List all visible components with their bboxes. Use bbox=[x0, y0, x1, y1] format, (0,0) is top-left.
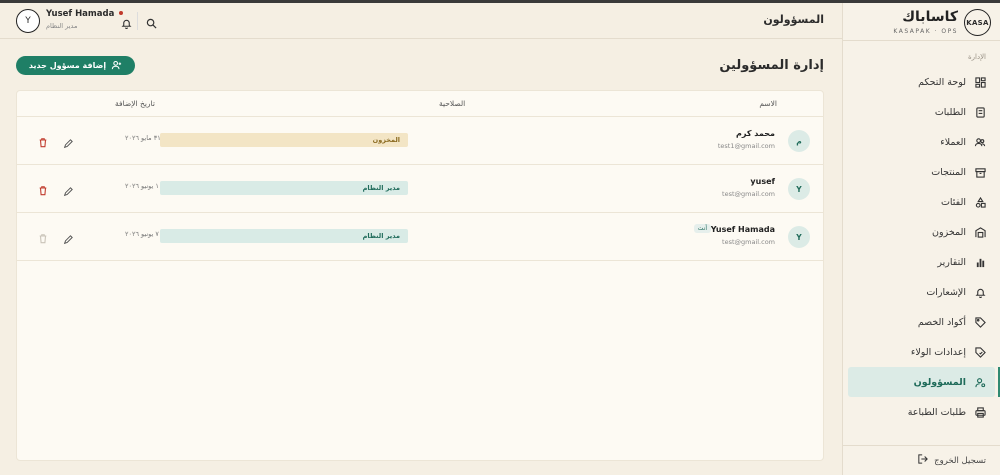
edit-icon[interactable] bbox=[63, 182, 73, 201]
bell-icon bbox=[974, 286, 986, 298]
tag-icon bbox=[974, 316, 986, 328]
sidebar-item-categories[interactable]: الفئات bbox=[842, 187, 1000, 217]
sidebar-item-label: المنتجات bbox=[931, 166, 966, 178]
sidebar-item-label: الطلبات bbox=[934, 106, 966, 118]
user-role: مدير النظام bbox=[46, 22, 78, 30]
admins-icon bbox=[974, 376, 986, 388]
add-admin-label: إضافة مسؤول جديد bbox=[28, 61, 107, 70]
logout-label: تسجيل الخروج bbox=[934, 455, 986, 466]
add-admin-button[interactable]: إضافة مسؤول جديد bbox=[16, 56, 135, 75]
admin-name: yusef bbox=[750, 177, 775, 186]
avatar: Y bbox=[788, 226, 810, 248]
sidebar-item-inventory[interactable]: المخزون bbox=[842, 217, 1000, 247]
sidebar-item-discount-codes[interactable]: أكواد الخصم bbox=[842, 307, 1000, 337]
sidebar-item-label: الفئات bbox=[940, 196, 966, 208]
top-header: المسؤولون Y Yusef Hamada مدير النظام bbox=[0, 3, 842, 39]
role-badge-label: مدير النظام bbox=[362, 232, 400, 240]
warehouse-icon bbox=[974, 226, 986, 238]
admin-email: test1@gmail.com bbox=[717, 142, 775, 150]
sidebar-item-orders[interactable]: الطلبات bbox=[842, 97, 1000, 127]
printer-icon bbox=[974, 406, 986, 418]
role-badge-label: المخزون bbox=[372, 136, 400, 144]
logout-button[interactable]: تسجيل الخروج bbox=[842, 445, 1000, 475]
header-title: المسؤولون bbox=[763, 13, 824, 26]
sidebar-item-customers[interactable]: العملاء bbox=[842, 127, 1000, 157]
logout-icon bbox=[918, 454, 929, 467]
user-avatar[interactable]: Y bbox=[16, 9, 40, 33]
table-header: الاسم الصلاحية تاريخ الإضافة bbox=[17, 91, 823, 117]
admin-name: محمد كرم bbox=[736, 129, 775, 138]
sidebar-item-label: طلبات الطباعة bbox=[907, 406, 966, 418]
sidebar-item-loyalty-settings[interactable]: إعدادات الولاء bbox=[842, 337, 1000, 367]
brand: KASA كاساباك KASAPAK · OPS bbox=[843, 3, 1000, 41]
added-date: ٧ يونيو ٢٠٢٦ bbox=[125, 230, 159, 238]
search-icon[interactable] bbox=[146, 14, 157, 33]
sidebar-item-label: لوحة التحكم bbox=[918, 76, 966, 88]
orders-icon bbox=[974, 106, 986, 118]
delete-icon[interactable] bbox=[38, 181, 48, 200]
categories-icon bbox=[974, 196, 986, 208]
table-row: Y Yusef Hamada أنت test@gmail.com مدير ا… bbox=[17, 213, 823, 261]
customers-icon bbox=[974, 136, 986, 148]
sidebar-item-label: المخزون bbox=[932, 226, 966, 238]
brand-name-ar: كاساباك bbox=[902, 9, 958, 25]
sidebar-item-reports[interactable]: التقارير bbox=[842, 247, 1000, 277]
sidebar-item-label: التقارير bbox=[937, 256, 966, 268]
edit-icon[interactable] bbox=[63, 134, 73, 153]
add-user-icon bbox=[111, 60, 122, 72]
role-badge-label: مدير النظام bbox=[362, 184, 400, 192]
sidebar-item-label: المسؤولون bbox=[913, 376, 966, 388]
sidebar-item-label: الإشعارات bbox=[926, 286, 966, 298]
admin-email: test@gmail.com bbox=[722, 190, 775, 198]
added-date: ٣١ مايو ٢٠٢٦ bbox=[125, 134, 161, 142]
role-badge: مدير النظام bbox=[160, 181, 408, 195]
delete-icon-disabled bbox=[38, 229, 48, 248]
sidebar-item-label: أكواد الخصم bbox=[917, 316, 966, 328]
brand-logo: KASA bbox=[964, 9, 991, 36]
sidebar-item-dashboard[interactable]: لوحة التحكم bbox=[842, 67, 1000, 97]
user-name: Yusef Hamada bbox=[46, 9, 115, 19]
table-row: Y yusef test@gmail.com مدير النظام ١ يون… bbox=[17, 165, 823, 213]
sidebar-item-label: إعدادات الولاء bbox=[910, 346, 966, 358]
sidebar-nav: لوحة التحكم الطلبات العملاء المنتجات الف… bbox=[842, 67, 1000, 427]
notifications-bell-icon[interactable] bbox=[121, 14, 132, 33]
loyalty-tag-icon bbox=[974, 346, 986, 358]
avatar: Y bbox=[788, 178, 810, 200]
header-divider bbox=[137, 12, 138, 30]
page-title: إدارة المسؤولين bbox=[719, 58, 824, 73]
role-badge: المخزون bbox=[160, 133, 408, 147]
admin-name: Yusef Hamada bbox=[710, 225, 775, 234]
column-date: تاريخ الإضافة bbox=[115, 99, 155, 108]
sidebar-item-notifications[interactable]: الإشعارات bbox=[842, 277, 1000, 307]
edit-icon[interactable] bbox=[63, 230, 73, 249]
sidebar-section-label: الإدارة bbox=[967, 53, 986, 61]
sidebar-item-label: العملاء bbox=[940, 136, 966, 148]
added-date: ١ يونيو ٢٠٢٦ bbox=[125, 182, 159, 190]
column-role: الصلاحية bbox=[439, 99, 466, 108]
admin-email: test@gmail.com bbox=[722, 238, 775, 246]
brand-name-en: KASAPAK · OPS bbox=[893, 28, 958, 35]
reports-icon bbox=[974, 256, 986, 268]
avatar: م bbox=[788, 130, 810, 152]
role-badge: مدير النظام bbox=[160, 229, 408, 243]
sidebar-item-products[interactable]: المنتجات bbox=[842, 157, 1000, 187]
products-icon bbox=[974, 166, 986, 178]
sidebar: KASA كاساباك KASAPAK · OPS الإدارة لوحة … bbox=[842, 3, 1000, 475]
you-badge: أنت bbox=[693, 224, 711, 233]
column-name: الاسم bbox=[759, 99, 777, 108]
dashboard-icon bbox=[974, 76, 986, 88]
admins-table: الاسم الصلاحية تاريخ الإضافة م محمد كرم … bbox=[16, 90, 824, 461]
table-row: م محمد كرم test1@gmail.com المخزون ٣١ ما… bbox=[17, 117, 823, 165]
sidebar-item-print-requests[interactable]: طلبات الطباعة bbox=[842, 397, 1000, 427]
sidebar-item-admins[interactable]: المسؤولون bbox=[848, 367, 1000, 397]
delete-icon[interactable] bbox=[38, 133, 48, 152]
